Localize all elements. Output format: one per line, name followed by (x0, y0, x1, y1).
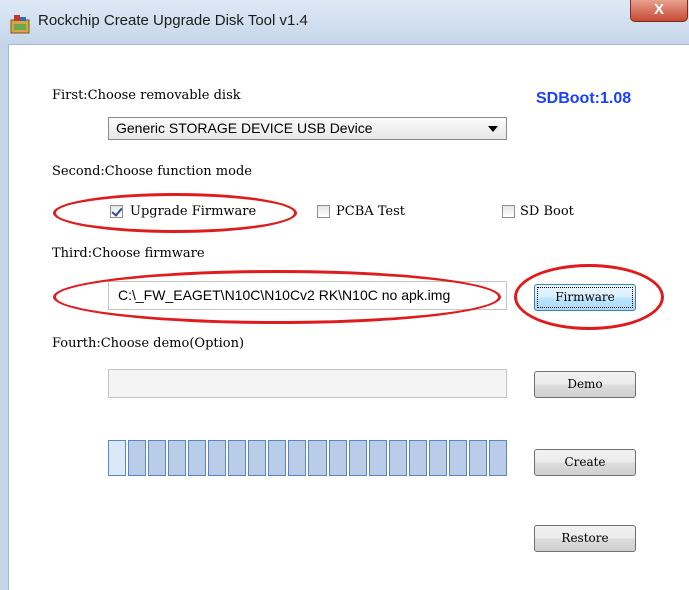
firmware-path-field[interactable]: C:\_FW_EAGET\N10C\N10Cv2 RK\N10C no apk.… (108, 281, 507, 310)
restore-button[interactable]: Restore (534, 525, 636, 552)
chevron-down-icon[interactable] (488, 126, 498, 132)
upgrade-firmware-label[interactable]: Upgrade Firmware (130, 204, 256, 219)
progress-segment (388, 440, 407, 476)
close-icon: X (653, 1, 664, 18)
window-frame (0, 44, 9, 590)
progress-segment (188, 440, 207, 476)
firmware-path-value: C:\_FW_EAGET\N10C\N10Cv2 RK\N10C no apk.… (118, 287, 451, 303)
progress-segment (268, 440, 287, 476)
progress-segment (428, 440, 447, 476)
step2-label: Second:Choose function mode (52, 164, 252, 179)
progress-segment (108, 440, 127, 476)
demo-path-field[interactable] (108, 369, 507, 398)
create-button[interactable]: Create (534, 449, 636, 476)
version-label: SDBoot:1.08 (536, 90, 632, 107)
progress-segment (308, 440, 327, 476)
window-title: Rockchip Create Upgrade Disk Tool v1.4 (38, 12, 308, 29)
pcba-test-checkbox[interactable] (317, 205, 330, 218)
progress-segment (208, 440, 227, 476)
progress-segment (248, 440, 267, 476)
step4-label: Fourth:Choose demo(Option) (52, 336, 245, 351)
upgrade-firmware-checkbox[interactable] (110, 205, 123, 218)
pcba-test-label[interactable]: PCBA Test (336, 204, 405, 219)
close-button[interactable]: X (630, 0, 688, 22)
progress-segment (228, 440, 247, 476)
progress-segment (468, 440, 487, 476)
step1-label: First:Choose removable disk (52, 88, 241, 103)
progress-segment (148, 440, 167, 476)
sd-boot-checkbox[interactable] (502, 205, 515, 218)
progress-segment (448, 440, 467, 476)
progress-bar (108, 440, 507, 476)
focus-rect (537, 287, 633, 308)
progress-segment (328, 440, 347, 476)
progress-segment (488, 440, 507, 476)
disk-select-value: Generic STORAGE DEVICE USB Device (116, 120, 373, 136)
progress-segment (408, 440, 427, 476)
progress-segment (368, 440, 387, 476)
create-button-label: Create (564, 455, 606, 469)
app-icon (10, 15, 30, 34)
title-bar[interactable]: Rockchip Create Upgrade Disk Tool v1.4 X (0, 0, 689, 45)
sd-boot-label[interactable]: SD Boot (520, 204, 574, 219)
demo-button-label: Demo (567, 377, 603, 391)
progress-segment (168, 440, 187, 476)
progress-segment (348, 440, 367, 476)
disk-select[interactable]: Generic STORAGE DEVICE USB Device (108, 117, 507, 140)
step3-label: Third:Choose firmware (52, 246, 205, 261)
progress-segment (128, 440, 147, 476)
demo-button[interactable]: Demo (534, 371, 636, 398)
restore-button-label: Restore (561, 531, 609, 545)
progress-segment (288, 440, 307, 476)
firmware-button[interactable]: Firmware (534, 284, 636, 311)
